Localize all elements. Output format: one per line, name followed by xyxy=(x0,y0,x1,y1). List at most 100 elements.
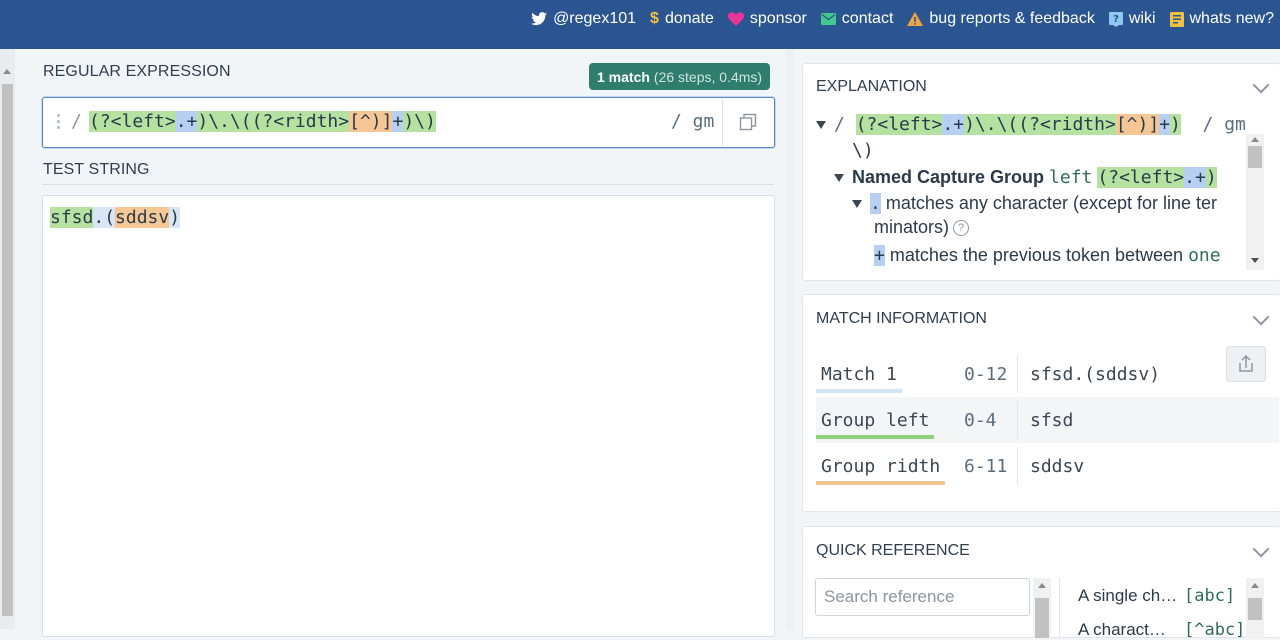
nav-donate[interactable]: $ donate xyxy=(650,10,714,28)
dot-token-text-cont: minators) xyxy=(874,217,950,237)
reference-item-code: [^abc] xyxy=(1184,620,1246,640)
reference-list-scrollbar-thumb[interactable] xyxy=(1248,598,1262,620)
match-count: 1 match xyxy=(597,68,650,85)
quick-reference-panel: QUICK REFERENCE A single ch… [abc] A cha… xyxy=(802,526,1280,640)
nav-whats-new-label: whats new? xyxy=(1189,10,1275,27)
scroll-down-arrow-icon[interactable] xyxy=(1251,258,1259,263)
help-circle-icon[interactable]: ? xyxy=(953,220,970,237)
export-button[interactable] xyxy=(1226,346,1266,382)
collapse-arrow-icon[interactable] xyxy=(816,121,826,129)
nav-sponsor[interactable]: sponsor xyxy=(727,10,807,28)
explanation-scrollbar-thumb[interactable] xyxy=(1248,146,1262,168)
regex-char-class: [^)] xyxy=(349,111,393,132)
nav-whats-new[interactable]: whats new? xyxy=(1169,10,1275,28)
news-icon xyxy=(1169,11,1184,27)
explanation-scrollbar[interactable] xyxy=(1246,134,1264,270)
collapse-arrow-icon[interactable] xyxy=(834,174,844,183)
drag-handle-icon[interactable] xyxy=(57,114,61,130)
match-information-panel: MATCH INFORMATION Match 1 0-12 sfsd.(sdd… xyxy=(802,294,1280,512)
nav-donate-label: donate xyxy=(664,10,714,27)
regex-token-dotplus: .+ xyxy=(175,111,198,132)
reference-category-scrollbar[interactable] xyxy=(1033,578,1051,638)
collapse-arrow-icon[interactable] xyxy=(852,200,862,209)
top-bar: @regex101 $ donate sponsor contact bug r… xyxy=(0,0,1280,49)
named-group-code: .+ xyxy=(1184,167,1206,188)
svg-text:?: ? xyxy=(1113,14,1119,25)
named-group-code: (?<left> xyxy=(1097,167,1185,188)
explanation-part: .+ xyxy=(942,114,965,135)
group-row-value: sddsv xyxy=(1030,456,1085,477)
group-row-range: 0-4 xyxy=(964,410,997,431)
reference-item-label: A charact… xyxy=(1078,620,1166,639)
regex-group-ridth-open: (?<ridth> xyxy=(251,111,350,132)
chevron-down-icon[interactable] xyxy=(1252,308,1270,326)
scroll-up-arrow-icon[interactable] xyxy=(1038,583,1046,588)
test-match-middle: .( xyxy=(93,207,116,228)
nav-twitter-label: @regex101 xyxy=(553,10,637,27)
explanation-part: [^)] xyxy=(1115,114,1160,135)
explanation-part: (?<ridth> xyxy=(1018,114,1116,135)
chevron-down-icon[interactable] xyxy=(1252,76,1270,94)
nav-bug-reports[interactable]: bug reports & feedback xyxy=(907,10,1095,28)
match-underline xyxy=(816,389,902,393)
explanation-dot-token[interactable]: . matches any character (except for line… xyxy=(852,191,1217,216)
group-row-ridth[interactable]: Group ridth 6-11 sddsv xyxy=(816,443,1279,489)
reference-category-scrollbar-thumb[interactable] xyxy=(1035,598,1049,638)
share-icon xyxy=(1239,354,1253,372)
test-match-group-ridth: sddsv xyxy=(115,207,170,228)
reference-item-code: [abc] xyxy=(1184,586,1236,606)
group-row-divider xyxy=(1017,447,1018,485)
test-match-end: ) xyxy=(169,207,181,228)
test-string-editor[interactable]: sfsd.(sddsv) xyxy=(42,195,775,637)
group-row-value: sfsd xyxy=(1030,410,1074,431)
scroll-up-arrow-icon[interactable] xyxy=(3,69,11,74)
scroll-up-arrow-icon[interactable] xyxy=(1251,137,1259,142)
scrollbar-thumb[interactable] xyxy=(2,84,13,616)
nav-wiki[interactable]: ? wiki xyxy=(1108,10,1156,28)
page-scrollbar[interactable] xyxy=(0,49,15,629)
copy-icon[interactable] xyxy=(739,113,757,131)
group-row-name: Group left xyxy=(821,410,930,431)
group-ridth-underline xyxy=(816,481,945,485)
match-row-value: sfsd.(sddsv) xyxy=(1030,364,1161,385)
plus-token-text: matches the previous token between xyxy=(889,245,1184,265)
explanation-named-group[interactable]: Named Capture Group left (?<left>.+) xyxy=(834,165,1217,190)
reference-search-input[interactable] xyxy=(815,578,1030,616)
group-row-divider xyxy=(1017,401,1018,439)
mail-icon xyxy=(820,13,836,25)
match-row-divider xyxy=(1017,355,1018,393)
nav-contact[interactable]: contact xyxy=(820,10,894,28)
reference-divider xyxy=(1059,578,1060,638)
match-row-name: Match 1 xyxy=(821,364,897,385)
column-scrollbar[interactable] xyxy=(786,49,794,629)
test-string-divider xyxy=(42,184,774,185)
warning-icon xyxy=(907,12,924,26)
nav-twitter[interactable]: @regex101 xyxy=(531,10,636,28)
test-string-text[interactable]: sfsd.(sddsv) xyxy=(50,206,181,230)
plus-token-code: one xyxy=(1188,245,1221,266)
named-group-code: ) xyxy=(1205,167,1217,188)
dot-token: . xyxy=(870,193,881,214)
regex-group-left-close: )\.\( xyxy=(197,111,252,132)
reference-list-scrollbar[interactable] xyxy=(1246,578,1264,638)
reference-item[interactable]: A single ch… [abc] xyxy=(1078,586,1235,606)
regex-input[interactable]: (?<left>.+)\.\((?<ridth>[^)]+)\) xyxy=(89,110,436,134)
explanation-regex-line[interactable]: / (?<left>.+)\.\((?<ridth>[^)]+) / gm xyxy=(816,113,1246,137)
explanation-part: (?<left> xyxy=(855,114,943,135)
explanation-flags: / gm xyxy=(1202,114,1246,135)
explanation-panel: EXPLANATION / (?<left>.+)\.\((?<ridth>[^… xyxy=(802,63,1280,281)
scroll-up-arrow-icon[interactable] xyxy=(1251,583,1259,588)
regex-editor[interactable]: / (?<left>.+)\.\((?<ridth>[^)]+)\) / gm xyxy=(42,97,775,148)
explanation-title: EXPLANATION xyxy=(816,78,927,95)
group-row-left[interactable]: Group left 0-4 sfsd xyxy=(816,397,1279,443)
chevron-down-icon[interactable] xyxy=(1252,540,1270,558)
regex-section-title: REGULAR EXPRESSION xyxy=(43,63,231,80)
nav-contact-label: contact xyxy=(841,10,894,27)
regex-group-ridth-close: )\) xyxy=(403,111,436,132)
regex-flags[interactable]: / gm xyxy=(671,111,714,132)
match-row[interactable]: Match 1 0-12 sfsd.(sddsv) xyxy=(816,351,1279,397)
reference-item[interactable]: A charact… [^abc] xyxy=(1078,620,1245,640)
explanation-plus-token: + matches the previous token between one xyxy=(874,243,1221,268)
match-steps: (26 steps, 0.4ms) xyxy=(653,68,763,85)
group-left-underline xyxy=(816,435,934,439)
